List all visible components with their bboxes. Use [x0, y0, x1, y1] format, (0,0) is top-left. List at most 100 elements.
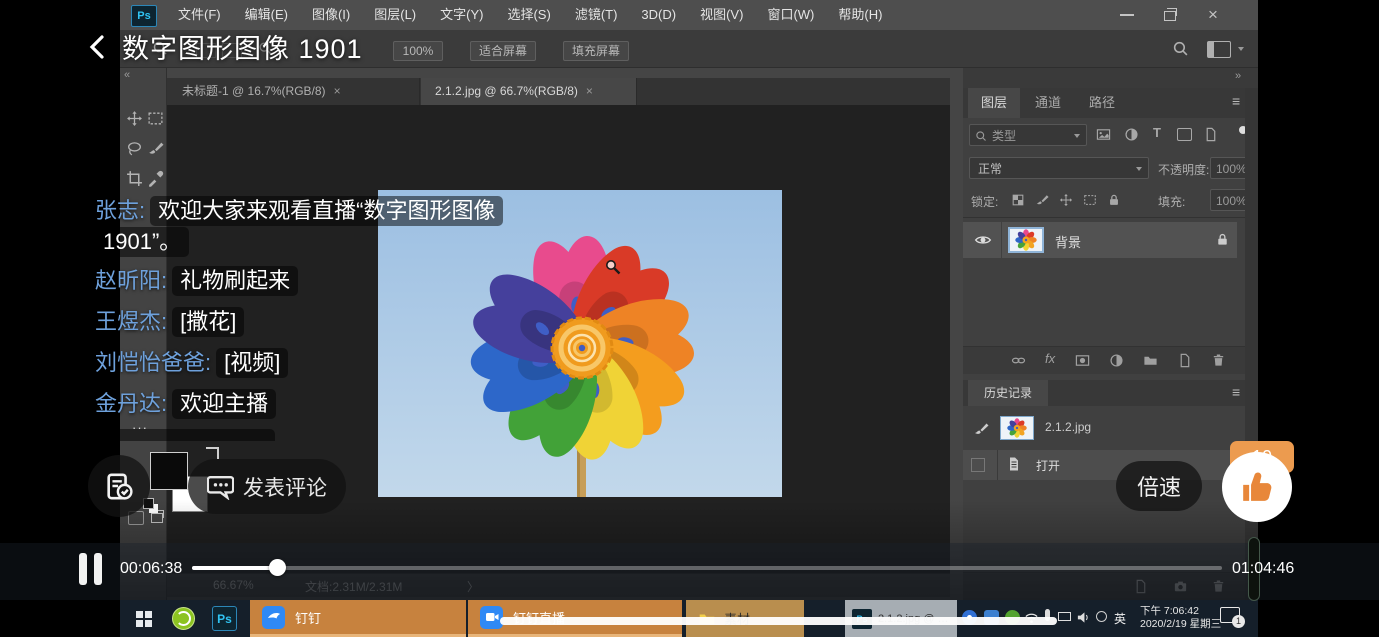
document-tab-bar: 未标题-1 @ 16.7%(RGB/8)× 2.1.2.jpg @ 66.7%(…: [167, 78, 950, 105]
comment-button[interactable]: 发表评论: [188, 459, 346, 514]
filter-type-select[interactable]: 类型: [969, 124, 1087, 146]
blend-mode-select[interactable]: 正常: [969, 157, 1149, 179]
pause-button[interactable]: [79, 553, 105, 585]
tab-layers[interactable]: 图层: [968, 88, 1020, 118]
filter-pixel-icon[interactable]: [1096, 127, 1111, 142]
browser-icon[interactable]: [172, 607, 195, 630]
layers-lock-row: 锁定: 填充: 100%: [963, 184, 1258, 218]
tab-close-icon[interactable]: ×: [586, 84, 593, 98]
new-layer-icon[interactable]: [1177, 353, 1192, 368]
delete-layer-icon[interactable]: [1211, 353, 1226, 368]
clock-date: 2020/2/19 星期三: [1140, 618, 1221, 631]
like-button[interactable]: [1222, 452, 1292, 522]
lock-transparency-icon[interactable]: [1011, 193, 1025, 207]
history-thumbnail: [1000, 416, 1034, 440]
workspace-chevron-icon[interactable]: [1238, 47, 1244, 51]
layers-panel-footer: fx: [963, 346, 1258, 374]
history-menu-icon[interactable]: ≡: [1232, 384, 1240, 400]
menu-select[interactable]: 选择(S): [495, 0, 562, 30]
tray-clock[interactable]: 下午 7:06:42 2020/2/19 星期三: [1140, 605, 1221, 631]
history-entry-open[interactable]: 打开: [963, 450, 1245, 480]
tab-history[interactable]: 历史记录: [968, 380, 1048, 406]
menu-file[interactable]: 文件(F): [166, 0, 233, 30]
eyedropper-tool-icon[interactable]: [147, 170, 164, 187]
move-tool-icon[interactable]: [126, 110, 143, 127]
back-button[interactable]: [86, 34, 108, 60]
tray-language-indicator[interactable]: 英: [1114, 610, 1126, 627]
collapse-panels-icon[interactable]: »: [1235, 70, 1241, 82]
dingtalk-live-icon: [484, 609, 500, 625]
tray-pin-icon[interactable]: [1096, 611, 1107, 622]
filter-shape-icon[interactable]: [1177, 128, 1192, 141]
tab-channels[interactable]: 通道: [1022, 88, 1074, 118]
adjustment-layer-icon[interactable]: [1109, 353, 1124, 368]
filter-smartobject-icon[interactable]: [1203, 127, 1218, 142]
notes-button[interactable]: [88, 455, 150, 517]
layer-mask-icon[interactable]: [1075, 353, 1090, 368]
photoshop-taskbar-icon[interactable]: Ps: [212, 606, 237, 631]
menu-3d[interactable]: 3D(D): [629, 0, 688, 30]
taskbar-dingtalk[interactable]: 钉钉: [250, 600, 466, 637]
lock-all-icon[interactable]: [1107, 193, 1121, 207]
panel-menu-icon[interactable]: ≡: [1232, 93, 1240, 109]
menu-type[interactable]: 文字(Y): [428, 0, 495, 30]
link-layers-icon[interactable]: [1011, 353, 1026, 368]
history-entry-212[interactable]: 2.1.2.jpg: [963, 412, 1245, 446]
fill-screen-button[interactable]: 填充屏幕: [563, 41, 629, 61]
lock-position-icon[interactable]: [1059, 193, 1073, 207]
lock-label: 锁定:: [971, 193, 998, 210]
menu-filter[interactable]: 滤镜(T): [563, 0, 630, 30]
crop-tool-icon[interactable]: [126, 170, 143, 187]
zoom-100-button[interactable]: 100%: [393, 41, 443, 61]
collapse-tools-icon[interactable]: «: [124, 69, 130, 81]
window-minimize-button[interactable]: [1120, 14, 1134, 16]
delete-state-icon[interactable]: [1211, 579, 1226, 594]
workspace-icon[interactable]: [1207, 41, 1231, 58]
menu-layer[interactable]: 图层(L): [362, 0, 428, 30]
layer-group-icon[interactable]: [1143, 353, 1158, 368]
menu-edit[interactable]: 编辑(E): [233, 0, 300, 30]
status-zoom[interactable]: 66.67%: [213, 578, 254, 592]
layer-fx-icon[interactable]: fx: [1045, 351, 1055, 366]
chat-text: 欢迎主播: [172, 389, 276, 419]
lock-pixels-icon[interactable]: [1035, 193, 1049, 207]
layer-name[interactable]: 背景: [1055, 232, 1081, 251]
progress-bar[interactable]: [192, 566, 1222, 570]
panel-scrollbar[interactable]: [1245, 88, 1258, 600]
filter-type-icon[interactable]: T: [1153, 125, 1161, 140]
history-snapshot-checkbox[interactable]: [971, 458, 985, 472]
window-close-button[interactable]: ×: [1208, 0, 1218, 30]
status-chevron-icon[interactable]: 〉: [467, 578, 479, 595]
tray-speaker-icon[interactable]: [1076, 610, 1091, 625]
filter-adjustment-icon[interactable]: [1124, 127, 1139, 142]
chat-message-continued: 1901”。: [95, 227, 189, 257]
reset-colors-icon[interactable]: [206, 447, 219, 459]
search-icon[interactable]: [1172, 40, 1189, 57]
foreground-color-swatch[interactable]: [150, 452, 188, 490]
start-button-icon[interactable]: [136, 611, 152, 627]
tab-212-document[interactable]: 2.1.2.jpg @ 66.7%(RGB/8)×: [421, 78, 637, 105]
tray-device-icon[interactable]: [1058, 612, 1071, 621]
window-restore-button[interactable]: [1164, 11, 1176, 21]
screen-mode-icon[interactable]: [151, 513, 163, 523]
new-doc-from-state-icon[interactable]: [1133, 579, 1148, 594]
new-snapshot-camera-icon[interactable]: [1173, 579, 1188, 594]
tab-close-icon[interactable]: ×: [334, 84, 341, 98]
menu-window[interactable]: 窗口(W): [755, 0, 826, 30]
menu-help[interactable]: 帮助(H): [826, 0, 894, 30]
menu-view[interactable]: 视图(V): [688, 0, 755, 30]
fit-screen-button[interactable]: 适合屏幕: [470, 41, 536, 61]
marquee-tool-icon[interactable]: [147, 110, 164, 127]
menu-image[interactable]: 图像(I): [300, 0, 362, 30]
lasso-tool-icon[interactable]: [126, 140, 143, 157]
history-brush-source-icon[interactable]: [973, 421, 989, 437]
layer-thumbnail[interactable]: [1008, 227, 1044, 253]
lock-artboard-icon[interactable]: [1083, 193, 1097, 207]
layer-visibility-eye-icon[interactable]: [974, 231, 992, 249]
progress-handle[interactable]: [269, 559, 286, 576]
layer-row-background[interactable]: 背景: [963, 222, 1237, 258]
quick-selection-tool-icon[interactable]: [147, 140, 164, 157]
tab-paths[interactable]: 路径: [1076, 88, 1128, 118]
speed-button[interactable]: 倍速: [1116, 461, 1202, 511]
tab-untitled-document[interactable]: 未标题-1 @ 16.7%(RGB/8)×: [168, 78, 420, 105]
